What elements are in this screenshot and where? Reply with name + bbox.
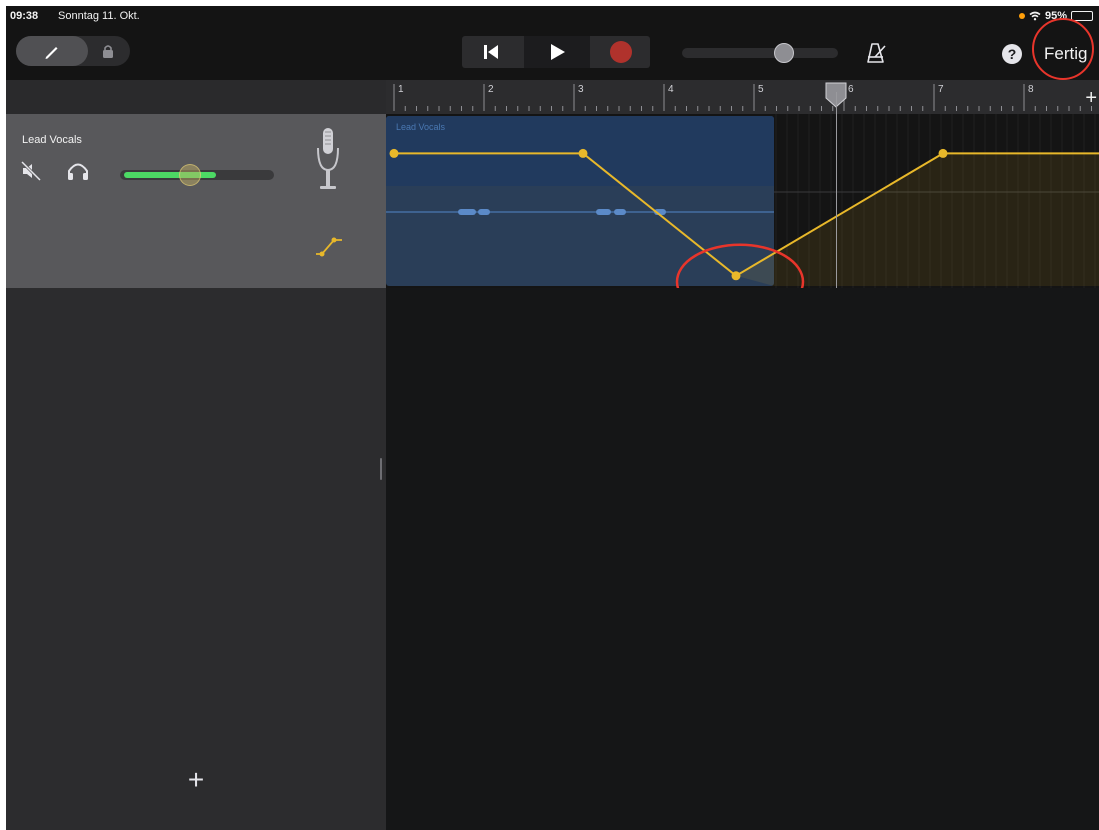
play-icon [551,44,565,60]
status-date: Sonntag 11. Okt. [58,10,140,22]
speaker-mute-icon[interactable] [20,160,42,182]
waveform-blip [458,209,476,215]
bar-number: 3 [578,84,584,95]
master-volume-knob[interactable] [774,43,795,63]
go-to-start-button[interactable] [462,36,520,68]
metronome-icon[interactable] [864,41,888,65]
track-volume-knob[interactable] [179,164,202,186]
automation-point[interactable] [731,271,741,281]
track-name: Lead Vocals [22,134,82,146]
track-header[interactable]: Lead Vocals [6,114,386,288]
battery-icon [1071,11,1093,21]
track-volume-fill [124,172,216,178]
battery-percent: 95% [1044,10,1067,22]
done-button[interactable]: Fertig [1044,44,1087,64]
automation-point[interactable] [389,148,399,158]
help-button[interactable]: ? [1002,44,1022,64]
automation-curve-icon[interactable] [314,232,344,260]
transport-controls [462,36,650,68]
track-list-empty-area [6,288,386,830]
status-time: 09:38 [10,10,39,22]
bar-number: 8 [1028,84,1034,95]
track-volume-slider[interactable] [120,164,274,186]
garageband-window: 09:38 Sonntag 11. Okt. 95% ? Fertig Lead… [6,6,1099,830]
wifi-icon [1029,11,1041,21]
toolbar: ? Fertig [6,28,1099,80]
pencil-button[interactable] [16,36,88,66]
status-indicators: 95% [1018,10,1093,22]
add-section-button[interactable]: + [1085,88,1097,108]
automation-point[interactable] [938,148,948,158]
lock-icon[interactable] [100,43,116,59]
playhead-line [836,92,837,288]
track-header-spacer [6,80,386,114]
empty-tracks-area [386,288,1099,830]
record-icon [610,41,632,63]
status-bar: 09:38 Sonntag 11. Okt. 95% [6,6,1099,28]
skip-back-icon [484,45,498,59]
bar-number: 5 [758,84,764,95]
bar-number: 2 [488,84,494,95]
microphone-icon [317,128,339,189]
panel-resize-handle[interactable] [380,458,382,480]
track-lane[interactable]: Lead Vocals [386,114,1099,321]
waveform-blip [596,209,611,215]
bar-number: 6 [848,84,854,95]
privacy-indicator-icon [1018,13,1025,19]
bar-number: 7 [938,84,944,95]
pencil-icon [45,47,58,59]
waveform-blip [614,209,626,215]
headphones-icon[interactable] [66,160,90,182]
timeline-ruler[interactable]: 1 2 3 4 5 6 7 8 + [386,80,1099,114]
master-volume-slider[interactable] [682,43,838,63]
waveform-blip [478,209,490,215]
bar-number: 1 [398,84,404,95]
automation-point[interactable] [578,148,588,158]
bar-number: 4 [668,84,674,95]
play-button[interactable] [524,36,590,68]
automation-fill [736,153,1099,286]
automation-lane[interactable] [386,114,1099,321]
add-track-button[interactable]: + [182,766,210,794]
plus-icon: + [187,764,205,795]
record-button[interactable] [592,36,650,68]
edit-mode-switch[interactable] [16,36,130,66]
